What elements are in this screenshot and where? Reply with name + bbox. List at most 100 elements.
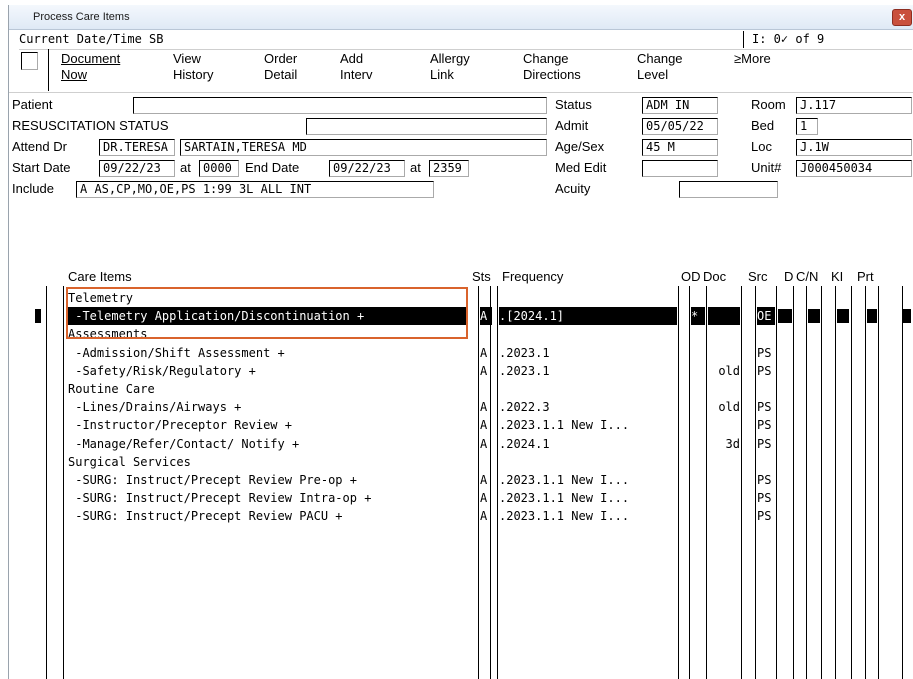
row-od: [691, 289, 705, 307]
row-source: PS: [757, 509, 772, 524]
row-item-label: -Safety/Risk/Regulatory +: [68, 363, 256, 378]
admit-field[interactable]: 05/05/22: [642, 118, 718, 135]
change-level-button[interactable]: Change Level: [637, 51, 683, 83]
bed-label: Bed: [751, 118, 775, 133]
start-at-label: at: [180, 160, 191, 175]
select-checkbox[interactable]: [21, 52, 38, 70]
title-bar: Process Care Items x: [9, 5, 913, 30]
row-source: PS: [757, 363, 772, 378]
row-item-label: -Admission/Shift Assessment +: [68, 345, 285, 360]
end-at-label: at: [410, 160, 421, 175]
row-od: [691, 453, 705, 471]
include-field[interactable]: A AS,CP,MO,OE,PS 1:99 3L ALL INT: [76, 181, 434, 198]
selection-marker: [902, 309, 911, 324]
row-source: [757, 453, 775, 471]
col-sts: Sts: [472, 269, 491, 284]
table-row[interactable]: -Manage/Refer/Contact/ Notify + A .2024.1 3…: [9, 435, 913, 453]
admit-label: Admit: [555, 118, 589, 133]
row-status: A: [480, 307, 492, 326]
table-row[interactable]: -Lines/Drains/Airways + A .2022.3 old PS: [9, 398, 913, 416]
view-history-button[interactable]: View History: [173, 51, 213, 83]
acuity-field[interactable]: [679, 181, 778, 198]
selection-marker: [778, 309, 792, 324]
process-care-items-window: Process Care Items x Current Date/Time S…: [8, 5, 913, 679]
include-label: Include: [12, 181, 54, 196]
row-frequency: .[2024.1]: [499, 307, 677, 326]
header-line: Current Date/Time SB I: 0✓ of 9: [19, 31, 912, 50]
row-doc: old: [718, 363, 740, 378]
table-row[interactable]: Surgical Services: [9, 453, 913, 471]
allergy-link-button[interactable]: Allergy Link: [430, 51, 470, 83]
row-status: A: [480, 491, 488, 506]
col-doc: Doc: [703, 269, 727, 284]
patient-field[interactable]: [133, 97, 547, 114]
col-cn: C/N: [796, 269, 819, 284]
row-source: PS: [757, 436, 772, 451]
row-doc: old: [718, 400, 740, 415]
row-source: PS: [757, 400, 772, 415]
selection-marker: [867, 309, 877, 324]
current-datetime: Current Date/Time SB: [19, 32, 164, 46]
close-icon[interactable]: x: [892, 9, 912, 26]
table-row[interactable]: -Instructor/Preceptor Review + A .2023.1.1…: [9, 416, 913, 434]
med-edit-field[interactable]: [642, 160, 718, 177]
med-edit-label: Med Edit: [555, 160, 607, 175]
row-status: [480, 325, 492, 343]
table-row[interactable]: -SURG: Instruct/Precept Review Pre-op + A…: [9, 471, 913, 489]
row-source: PS: [757, 491, 772, 506]
start-date-field[interactable]: 09/22/23: [99, 160, 175, 177]
loc-label: Loc: [751, 139, 772, 154]
start-time-field[interactable]: 0000: [199, 160, 239, 177]
row-od: [691, 507, 705, 525]
attend-dr-name-field[interactable]: SARTAIN,TERESA MD: [180, 139, 547, 156]
row-item-label: Surgical Services: [68, 454, 191, 469]
table-row[interactable]: Routine Care: [9, 380, 913, 398]
row-status: A: [480, 436, 488, 451]
selection-marker: [808, 309, 820, 324]
row-doc: [708, 289, 740, 307]
attend-dr-id-field[interactable]: DR.TERESA: [99, 139, 175, 156]
col-care-items: Care Items: [68, 269, 132, 284]
row-status: [480, 453, 492, 471]
age-sex-field[interactable]: 45 M: [642, 139, 718, 156]
patient-label: Patient: [12, 97, 53, 112]
end-date-field[interactable]: 09/22/23: [329, 160, 405, 177]
row-item-label: -SURG: Instruct/Precept Review Intra-op …: [68, 491, 372, 506]
row-od: [691, 398, 705, 416]
row-status: [480, 289, 492, 307]
room-field[interactable]: J.117: [796, 97, 912, 114]
col-d: D: [784, 269, 794, 284]
unit-field[interactable]: J000450034: [796, 160, 912, 177]
row-od: *: [691, 307, 705, 326]
add-interv-button[interactable]: Add Interv: [340, 51, 373, 83]
row-od: [691, 362, 705, 380]
row-source: PS: [757, 473, 772, 487]
document-now-button[interactable]: Document Now: [61, 51, 120, 83]
row-status: A: [480, 345, 488, 360]
table-row[interactable]: -SURG: Instruct/Precept Review PACU + A .2…: [9, 507, 913, 525]
attend-dr-label: Attend Dr: [12, 139, 67, 154]
row-od: [691, 380, 705, 398]
status-field[interactable]: ADM IN: [642, 97, 718, 114]
table-row[interactable]: -Admission/Shift Assessment + A .2023.1 PS: [9, 344, 913, 362]
more-button[interactable]: ≥More: [734, 51, 771, 67]
row-item-label: -Lines/Drains/Airways +: [68, 400, 242, 415]
end-time-field[interactable]: 2359: [429, 160, 469, 177]
row-status: A: [480, 400, 488, 415]
col-src: Src: [748, 269, 768, 284]
col-prt: Prt: [857, 269, 874, 284]
loc-field[interactable]: J.1W: [796, 139, 912, 156]
change-directions-button[interactable]: Change Directions: [523, 51, 581, 83]
toolbar-divider: [48, 49, 49, 91]
room-label: Room: [751, 97, 786, 112]
row-status: A: [480, 473, 488, 487]
order-detail-button[interactable]: Order Detail: [264, 51, 297, 83]
row-status: A: [480, 418, 488, 433]
bed-field[interactable]: 1: [796, 118, 818, 135]
row-source: [757, 289, 775, 307]
col-ki: KI: [831, 269, 844, 284]
table-row[interactable]: -SURG: Instruct/Precept Review Intra-op …: [9, 489, 913, 507]
start-date-label: Start Date: [12, 160, 71, 175]
table-row[interactable]: -Safety/Risk/Regulatory + A .2023.1 old PS: [9, 362, 913, 380]
resuscitation-status-field[interactable]: [306, 118, 547, 135]
